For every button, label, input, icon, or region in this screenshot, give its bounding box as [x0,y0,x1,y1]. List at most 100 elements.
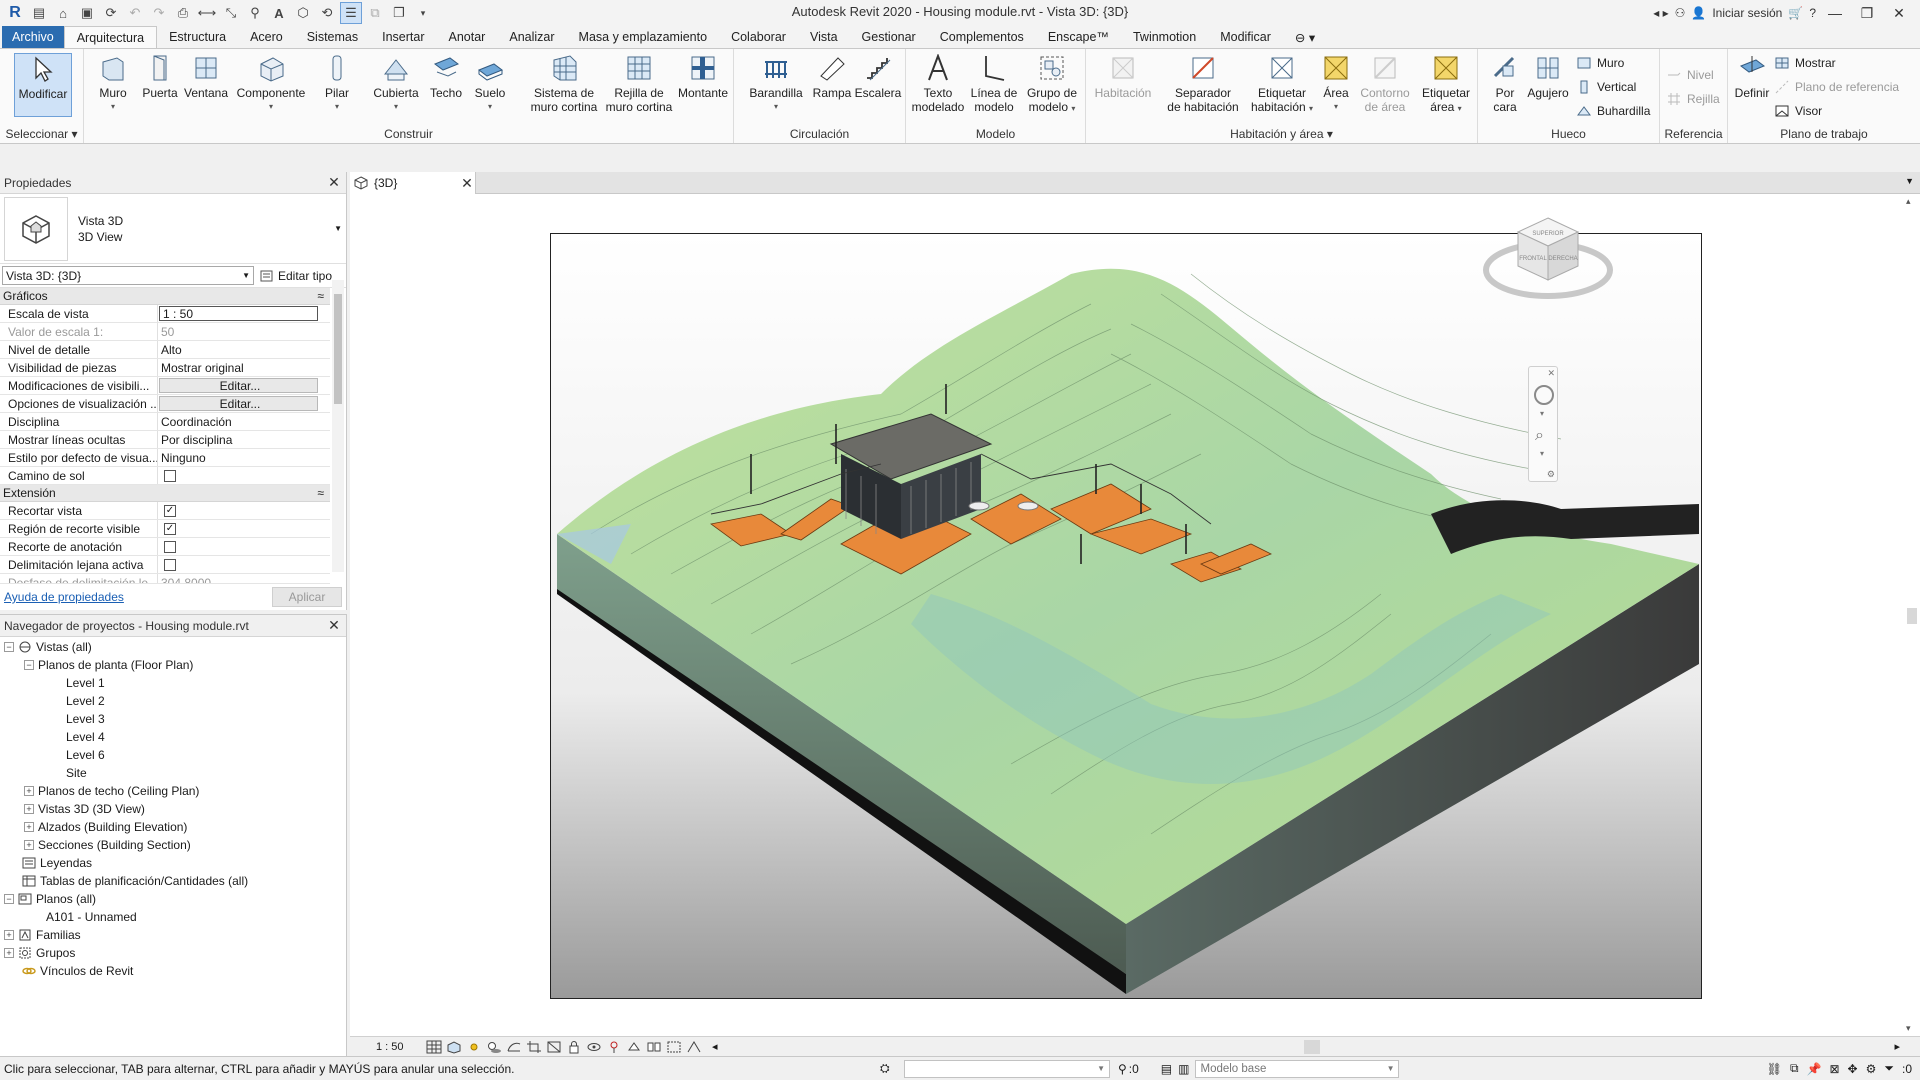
view-scale-button[interactable]: 1 : 50 [376,1041,426,1053]
scrollbar-thumb[interactable] [334,294,342,404]
sun-path-icon[interactable] [466,1040,482,1054]
revit-logo-icon[interactable]: R [4,2,26,24]
open-icon[interactable]: ⌂ [52,2,74,24]
railing-button[interactable]: Barandilla ▾ [746,53,806,114]
view-tab-3d[interactable]: {3D} ✕ [350,172,476,194]
workset-select[interactable]: ▼ [904,1059,1110,1078]
rendering-dialog-icon[interactable] [506,1040,522,1054]
area-button[interactable]: Área ▾ [1318,53,1354,114]
view-scale-field[interactable]: 1 : 50 [159,306,318,321]
browser-close-button[interactable]: ✕ [326,617,342,634]
select-pinned-icon[interactable]: 📌 [1807,1062,1822,1076]
tree-item[interactable]: + Familias [4,926,81,944]
model-group-button[interactable]: Grupo de modelo ▾ [1022,53,1082,116]
drag-on-selection-icon[interactable]: ✥ [1848,1062,1858,1076]
text-icon[interactable]: A [268,2,290,24]
tree-item[interactable]: A101 - Unnamed [46,908,137,926]
tree-item[interactable]: + Grupos [4,944,75,962]
binoculars-icon[interactable]: ⚇ [1675,6,1686,20]
thin-lines-icon[interactable]: ☰ [340,2,362,24]
redo-icon[interactable]: ↷ [148,2,170,24]
tree-item[interactable]: + Alzados (Building Elevation) [24,818,187,836]
tag-icon[interactable]: ⚲ [244,2,266,24]
edit-vg-overrides-button[interactable]: Editar... [159,378,318,393]
crop-region[interactable] [550,233,1702,999]
minimize-button[interactable]: — [1822,5,1848,21]
tree-item[interactable]: Leyendas [22,854,92,872]
tree-item[interactable]: − Planos de planta (Floor Plan) [24,656,193,674]
tab-collaborate[interactable]: Colaborar [719,26,798,48]
prop-row[interactable]: Visibilidad de piezas Mostrar original [0,359,330,377]
detail-level-icon[interactable] [426,1040,442,1054]
prop-row[interactable]: Región de recorte visible ✓ [0,520,330,538]
tree-item[interactable]: + Vistas 3D (3D View) [24,800,145,818]
curtain-grid-button[interactable]: Rejilla de muro cortina [602,53,676,114]
tab-list-dropdown-icon[interactable]: ▼ [1905,176,1914,186]
lock-3d-view-icon[interactable] [566,1040,582,1054]
mullion-button[interactable]: Montante [674,53,732,100]
tree-item[interactable]: Level 2 [66,692,105,710]
signin-link[interactable]: Iniciar sesión [1712,6,1782,20]
switch-windows-icon[interactable]: ❐ [388,2,410,24]
apply-button[interactable]: Aplicar [272,587,342,607]
tree-item[interactable]: Level 3 [66,710,105,728]
viewcube[interactable]: SUPERIOR FRONTAL DERECHA [1478,208,1618,318]
tab-structure[interactable]: Estructura [157,26,238,48]
area-boundary-button[interactable]: Contorno de área [1352,53,1418,114]
ramp-button[interactable]: Rampa [812,53,852,100]
wall-opening-button[interactable]: Muro [1576,55,1624,71]
collapse-icon[interactable]: − [24,660,34,670]
aligned-dimension-icon[interactable]: ⤡ [220,2,242,24]
shaft-button[interactable]: Agujero [1524,53,1572,100]
annotation-crop-checkbox[interactable] [164,541,176,553]
close-hidden-windows-icon[interactable]: ⧉ [364,2,386,24]
prop-row[interactable]: Escala de vista 1 : 50 [0,305,330,323]
help-icon[interactable]: ? [1809,6,1816,20]
view-vertical-scrollbar[interactable]: ▴ ▾ [1906,194,1918,1036]
temporary-view-properties-icon[interactable] [626,1040,642,1054]
steering-wheel-dropdown-icon[interactable]: ▾ [1540,409,1544,418]
floor-button[interactable]: Suelo ▾ [472,53,508,114]
analytical-model-icon[interactable] [686,1040,702,1054]
tree-item[interactable]: − Vistas (all) [4,638,92,656]
default-3d-view-icon[interactable]: ⬡ [292,2,314,24]
scrollbar-thumb[interactable] [1907,608,1917,624]
type-dropdown-arrow-icon[interactable]: ▼ [334,224,342,233]
collapse-icon[interactable]: − [4,894,14,904]
level-button[interactable]: Nivel [1666,67,1714,83]
by-face-button[interactable]: Por cara [1488,53,1522,114]
tag-room-button[interactable]: Etiquetar habitación ▾ [1246,53,1318,116]
properties-help-link[interactable]: Ayuda de propiedades [4,590,124,604]
expand-icon[interactable]: + [4,930,14,940]
viewer-button[interactable]: Visor [1774,103,1822,119]
temporary-hide-icon[interactable] [586,1040,602,1054]
select-underlay-icon[interactable]: ⧉ [1790,1061,1799,1076]
tree-item[interactable]: + Secciones (Building Section) [24,836,191,854]
far-clip-checkbox[interactable] [164,559,176,571]
shadows-icon[interactable] [486,1040,502,1054]
tab-annotate[interactable]: Anotar [437,26,498,48]
design-options-icon[interactable]: ▤ [1161,1062,1172,1076]
reveal-hidden-icon[interactable] [606,1040,622,1054]
wall-button[interactable]: Muro ▾ [96,53,130,114]
tree-item[interactable]: Level 6 [66,746,105,764]
properties-close-button[interactable]: ✕ [326,174,342,191]
type-selector[interactable]: Vista 3D 3D View ▼ [0,194,346,264]
visual-style-icon[interactable] [446,1040,462,1054]
vertical-opening-button[interactable]: Vertical [1576,79,1636,95]
ribbon-options-icon[interactable]: ⊖ ▾ [1283,26,1327,48]
tree-item[interactable]: Level 4 [66,728,105,746]
tab-file[interactable]: Archivo [2,26,64,48]
tab-systems[interactable]: Sistemas [295,26,370,48]
tree-item[interactable]: Vínculos de Revit [22,962,133,980]
group-label-select[interactable]: Seleccionar ▾ [0,127,83,141]
prop-row[interactable]: Camino de sol [0,467,330,485]
design-option-select-icon[interactable]: ▥ [1178,1062,1189,1076]
reference-plane-button[interactable]: Plano de referencia [1774,79,1899,95]
design-option-select[interactable]: Modelo base ▼ [1195,1059,1400,1078]
close-view-tab-button[interactable]: ✕ [459,175,475,192]
tree-item[interactable]: Level 1 [66,674,105,692]
nav-bar-close-icon[interactable]: ✕ [1547,368,1555,379]
tab-architecture[interactable]: Arquitectura [63,26,158,48]
tab-addins[interactable]: Complementos [928,26,1036,48]
